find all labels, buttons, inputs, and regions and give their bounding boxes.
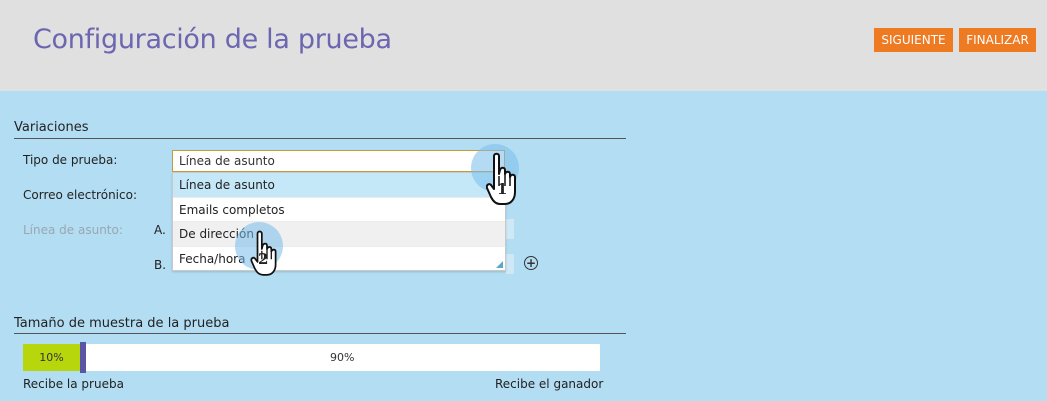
variant-b-label: B. [154,258,167,272]
sample-size-track [23,344,600,371]
email-label: Correo electrónico: [23,188,137,202]
variations-section-title: Variaciones [14,120,89,135]
sample-size-slider-handle[interactable] [80,342,86,373]
test-caption: Recibe la prueba [23,377,124,391]
variant-a-input[interactable] [506,219,514,239]
variations-divider [14,138,626,139]
test-type-dropdown: Línea de asunto Emails completos De dire… [172,172,506,271]
dropdown-option-from-address[interactable]: De dirección [173,222,505,247]
test-type-select[interactable]: Línea de asunto [172,150,505,172]
header-bar: Configuración de la prueba SIGUIENTE FIN… [0,0,1047,91]
test-type-label: Tipo de prueba: [23,153,118,167]
next-button[interactable]: SIGUIENTE [874,28,953,52]
winner-percent-label: 90% [330,351,355,364]
subject-line-label: Línea de asunto: [23,223,123,237]
step1-number: 1 [497,180,508,198]
finish-button[interactable]: FINALIZAR [959,28,1036,52]
resize-corner-icon[interactable] [496,261,503,268]
dropdown-option-subject-line[interactable]: Línea de asunto [173,173,505,198]
dropdown-option-full-emails[interactable]: Emails completos [173,198,505,222]
variant-a-label: A. [154,223,166,237]
sample-size-divider [14,333,626,334]
test-percent-fill: 10% [23,344,80,371]
sample-size-section-title: Tamaño de muestra de la prueba [14,316,230,331]
step2-number: 2 [258,250,269,268]
dropdown-option-date-time[interactable]: Fecha/hora [173,247,505,272]
variant-b-input[interactable] [506,254,514,274]
page-title: Configuración de la prueba [33,24,392,55]
winner-caption: Recibe el ganador [495,377,604,391]
add-circle-icon[interactable]: + [524,256,538,270]
